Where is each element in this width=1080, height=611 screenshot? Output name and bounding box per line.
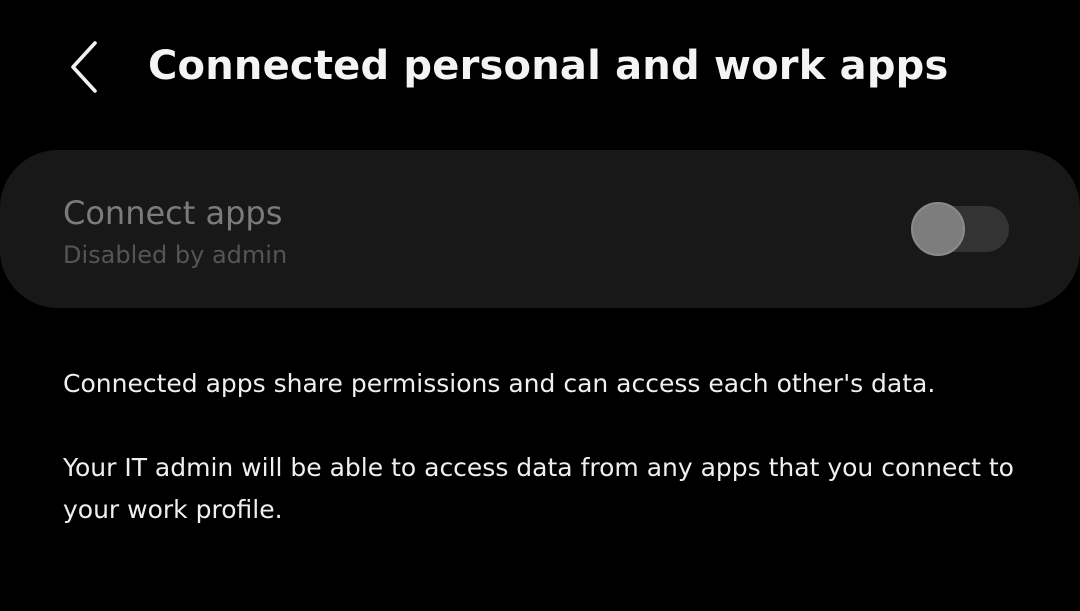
settings-card: Connect apps Disabled by admin [0, 150, 1080, 308]
connect-apps-setting[interactable]: Connect apps Disabled by admin [0, 150, 1080, 308]
toggle-thumb [911, 202, 965, 256]
app-bar: Connected personal and work apps [0, 0, 1080, 136]
setting-title: Connect apps [63, 194, 283, 232]
setting-summary: Disabled by admin [63, 241, 288, 269]
page-title: Connected personal and work apps [148, 43, 949, 89]
description-permissions: Connected apps share permissions and can… [63, 369, 936, 398]
chevron-left-icon [71, 41, 97, 93]
connect-apps-toggle[interactable] [911, 202, 1009, 256]
description-admin-access: Your IT admin will be able to access dat… [63, 453, 1014, 524]
back-button[interactable] [52, 30, 116, 104]
